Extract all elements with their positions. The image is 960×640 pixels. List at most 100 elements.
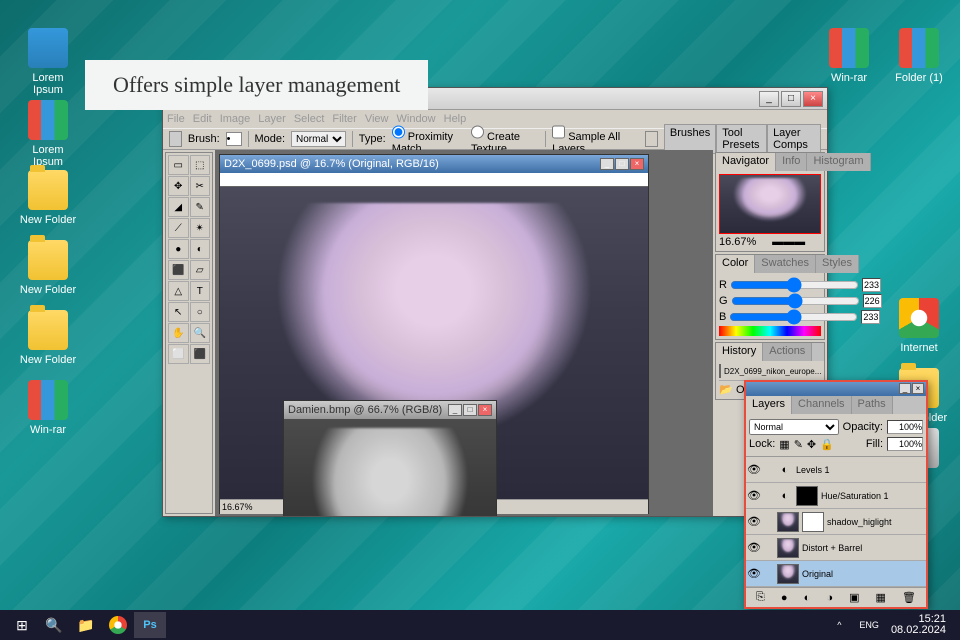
tab-info[interactable]: Info [776, 153, 807, 171]
tool-16[interactable]: ✋ [168, 323, 189, 343]
tab-histogram[interactable]: Histogram [807, 153, 870, 171]
layers-panel-titlebar[interactable]: _× [746, 382, 926, 396]
b-value[interactable]: 233 [861, 310, 880, 324]
palette-toggle-icon[interactable] [645, 131, 658, 147]
close-button[interactable]: × [803, 91, 823, 107]
document-canvas[interactable] [284, 419, 496, 516]
doc-close-icon[interactable]: × [630, 158, 644, 170]
desktop-icon-win-rar[interactable]: Win-rar [18, 380, 78, 436]
fill-input[interactable] [887, 437, 923, 451]
close-icon[interactable]: × [912, 383, 924, 394]
language-indicator[interactable]: ENG [855, 612, 883, 638]
visibility-icon[interactable]: 👁 [747, 567, 761, 581]
mode-select[interactable]: Normal [291, 131, 346, 147]
tab-channels[interactable]: Channels [792, 396, 851, 414]
document-title[interactable]: Damien.bmp @ 66.7% (RGB/8) _ □ × [284, 401, 496, 419]
desktop-icon-lorem-ipsum[interactable]: Lorem Ipsum [18, 100, 78, 168]
start-button[interactable]: ⊞ [6, 612, 38, 638]
desktop-icon-win-rar[interactable]: Win-rar [819, 28, 879, 84]
layer-distort-barrel[interactable]: 👁Distort + Barrel [746, 535, 926, 561]
history-snapshot-thumb[interactable] [719, 364, 721, 378]
desktop-icon-folder-(1)[interactable]: Folder (1) [889, 28, 949, 84]
lock-position-icon[interactable]: ✥ [807, 438, 816, 451]
tab-actions[interactable]: Actions [763, 343, 812, 361]
tab-layers[interactable]: Layers [746, 396, 792, 414]
tab-styles[interactable]: Styles [816, 255, 859, 273]
delete-layer-icon[interactable]: 🗑 [902, 591, 916, 604]
visibility-icon[interactable]: 👁 [747, 463, 761, 477]
layer-original[interactable]: 👁Original [746, 561, 926, 587]
layer-mask-icon[interactable]: ◐ [804, 592, 811, 604]
b-slider[interactable] [729, 313, 858, 321]
tool-1[interactable]: ⬚ [190, 155, 211, 175]
desktop-icon-new-folder[interactable]: New Folder [18, 240, 78, 296]
blend-mode-select[interactable]: Normal [749, 419, 839, 435]
desktop-icon-internet[interactable]: Internet [889, 298, 949, 354]
tab-swatches[interactable]: Swatches [755, 255, 816, 273]
minimize-icon[interactable]: _ [899, 383, 911, 394]
tool-12[interactable]: △ [168, 281, 189, 301]
menu-edit[interactable]: Edit [193, 113, 212, 125]
layer-hue-saturation-1[interactable]: 👁◐Hue/Saturation 1 [746, 483, 926, 509]
lock-transparency-icon[interactable]: ▦ [779, 438, 789, 451]
layer-mask[interactable] [802, 512, 824, 532]
link-layers-icon[interactable]: ⎘ [756, 591, 765, 604]
clock[interactable]: 15:21 08.02.2024 [883, 614, 954, 636]
desktop-icon-new-folder[interactable]: New Folder [18, 170, 78, 226]
menu-filter[interactable]: Filter [332, 113, 356, 125]
visibility-icon[interactable]: 👁 [747, 541, 761, 555]
opacity-input[interactable] [887, 420, 923, 434]
minimize-button[interactable]: _ [759, 91, 779, 107]
tab-color[interactable]: Color [716, 255, 755, 273]
tab-history[interactable]: History [716, 343, 763, 361]
menu-select[interactable]: Select [294, 113, 325, 125]
tool-19[interactable]: ⬛ [190, 344, 211, 364]
tool-4[interactable]: ◢ [168, 197, 189, 217]
layer-style-icon[interactable]: ● [781, 592, 788, 604]
desktop-icon-new-folder[interactable]: New Folder [18, 310, 78, 366]
tool-6[interactable]: ⟋ [168, 218, 189, 238]
color-ramp[interactable] [719, 326, 821, 336]
g-value[interactable]: 226 [863, 294, 882, 308]
r-value[interactable]: 233 [862, 278, 881, 292]
new-layer-icon[interactable]: ▦ [876, 591, 886, 604]
doc-maximize-icon[interactable]: □ [615, 158, 629, 170]
layer-levels-1[interactable]: 👁◐Levels 1 [746, 457, 926, 483]
lock-pixels-icon[interactable]: ✎ [794, 438, 803, 451]
tab-paths[interactable]: Paths [852, 396, 893, 414]
brush-picker[interactable]: • [226, 132, 242, 146]
tool-8[interactable]: ● [168, 239, 189, 259]
menu-file[interactable]: File [167, 113, 185, 125]
adjustment-layer-icon[interactable]: ◑ [826, 592, 833, 604]
doc-close-icon[interactable]: × [478, 404, 492, 416]
menu-image[interactable]: Image [220, 113, 251, 125]
doc-minimize-icon[interactable]: _ [600, 158, 614, 170]
tool-7[interactable]: ✴ [190, 218, 211, 238]
tool-11[interactable]: ▱ [190, 260, 211, 280]
tool-5[interactable]: ✎ [190, 197, 211, 217]
visibility-icon[interactable]: 👁 [747, 489, 761, 503]
visibility-icon[interactable]: 👁 [747, 515, 761, 529]
doc-maximize-icon[interactable]: □ [463, 404, 477, 416]
new-group-icon[interactable]: ▣ [849, 591, 859, 604]
desktop-icon-lorem-ipsum[interactable]: Lorem Ipsum [18, 28, 78, 96]
photoshop-taskbar-icon[interactable]: Ps [134, 612, 166, 638]
tool-15[interactable]: ○ [190, 302, 211, 322]
navigator-thumb[interactable] [719, 174, 821, 234]
tool-10[interactable]: ⬛ [168, 260, 189, 280]
tool-3[interactable]: ✂ [190, 176, 211, 196]
layer-mask[interactable] [796, 486, 818, 506]
document-title[interactable]: D2X_0699.psd @ 16.7% (Original, RGB/16) … [220, 155, 648, 173]
tool-14[interactable]: ↖ [168, 302, 189, 322]
tool-18[interactable]: ⬜ [168, 344, 189, 364]
menu-view[interactable]: View [365, 113, 389, 125]
chrome-taskbar-icon[interactable] [102, 612, 134, 638]
search-button[interactable]: 🔍 [38, 612, 70, 638]
tray-chevron-icon[interactable]: ^ [823, 612, 855, 638]
tool-2[interactable]: ✥ [168, 176, 189, 196]
doc-minimize-icon[interactable]: _ [448, 404, 462, 416]
layer-shadow_higlight[interactable]: 👁shadow_higlight [746, 509, 926, 535]
tab-navigator[interactable]: Navigator [716, 153, 776, 171]
tool-13[interactable]: T [190, 281, 211, 301]
lock-all-icon[interactable]: 🔒 [820, 438, 834, 451]
